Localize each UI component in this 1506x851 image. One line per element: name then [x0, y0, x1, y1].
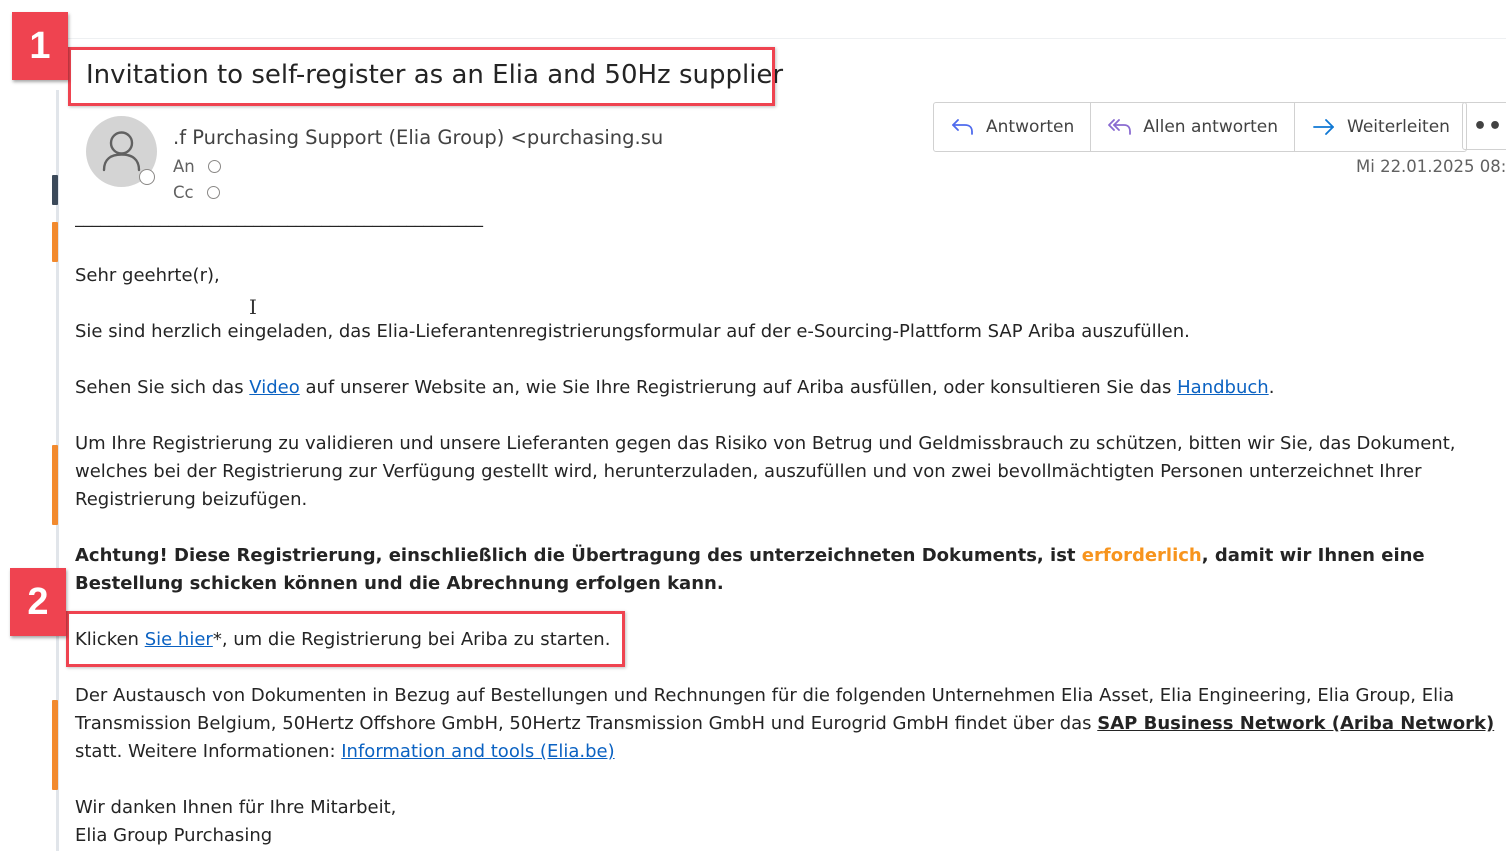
- closing-line: Wir danken Ihnen für Ihre Mitarbeit,: [75, 797, 397, 818]
- sender-name[interactable]: .f Purchasing Support (Elia Group) <purc…: [173, 126, 663, 149]
- header-separator: [60, 38, 1506, 39]
- handbook-link[interactable]: Handbuch: [1177, 377, 1269, 398]
- reply-icon: [952, 119, 973, 135]
- paragraph-text: Sehen Sie sich das: [75, 377, 250, 398]
- forward-arrow-icon: [1313, 119, 1334, 135]
- highlight-box-register-link: [66, 611, 625, 667]
- message-actions: Antworten Allen antworten Weiterleiten: [933, 102, 1467, 152]
- recipient-status-icon[interactable]: [206, 186, 220, 199]
- paragraph-text: auf unserer Website an, wie Sie Ihre Reg…: [299, 377, 1178, 398]
- panel-marker: [52, 445, 58, 525]
- left-panel-edge: [0, 0, 60, 851]
- body-divider: ________________________________________…: [75, 208, 483, 228]
- email-date: Mi 22.01.2025 08:35: [1356, 157, 1506, 176]
- panel-marker: [52, 700, 58, 790]
- greeting: Sehr geehrte(r),: [75, 265, 220, 286]
- text-cursor-icon: I: [249, 295, 257, 319]
- to-label: An: [173, 157, 195, 176]
- step-badge-1: 1: [12, 12, 68, 80]
- panel-marker: [52, 222, 58, 262]
- paragraph-validation: Um Ihre Registrierung zu validieren und …: [75, 433, 1456, 510]
- forward-label: Weiterleiten: [1347, 117, 1450, 137]
- recipient-status-icon[interactable]: [207, 160, 221, 173]
- paragraph-video: Sehen Sie sich das Video auf unserer Web…: [75, 374, 1274, 402]
- video-link[interactable]: Video: [249, 377, 299, 398]
- forward-button[interactable]: Weiterleiten: [1295, 103, 1466, 151]
- paragraph-warning: Achtung! Diese Registrierung, einschließ…: [75, 542, 1505, 598]
- to-row: An: [173, 157, 221, 176]
- presence-status-icon: [139, 169, 155, 185]
- required-highlight: erforderlich: [1081, 545, 1202, 566]
- more-actions-button[interactable]: •••: [1462, 102, 1506, 150]
- highlight-box-subject: [68, 47, 775, 106]
- reply-button[interactable]: Antworten: [934, 103, 1092, 151]
- reply-all-label: Allen antworten: [1143, 117, 1279, 137]
- reply-all-button[interactable]: Allen antworten: [1091, 103, 1296, 151]
- cc-row: Cc: [173, 183, 220, 202]
- sap-network-link[interactable]: SAP Business Network (Ariba Network): [1097, 713, 1494, 734]
- information-tools-link[interactable]: Information and tools (Elia.be): [341, 741, 614, 762]
- paragraph-text: Achtung! Diese Registrierung, einschließ…: [75, 545, 1082, 566]
- paragraph-invitation: Sie sind herzlich eingeladen, das Elia-L…: [75, 321, 1190, 342]
- cc-label: Cc: [173, 183, 194, 202]
- reply-label: Antworten: [986, 117, 1075, 137]
- step-badge-2: 2: [10, 568, 66, 636]
- paragraph-network: Der Austausch von Dokumenten in Bezug au…: [75, 682, 1505, 766]
- more-icon: •••: [1473, 113, 1506, 139]
- reply-all-icon: [1108, 119, 1132, 135]
- signature: Elia Group Purchasing: [75, 825, 273, 846]
- paragraph-text: statt. Weitere Informationen:: [75, 741, 342, 762]
- panel-marker: [52, 175, 58, 205]
- paragraph-text: .: [1268, 377, 1275, 398]
